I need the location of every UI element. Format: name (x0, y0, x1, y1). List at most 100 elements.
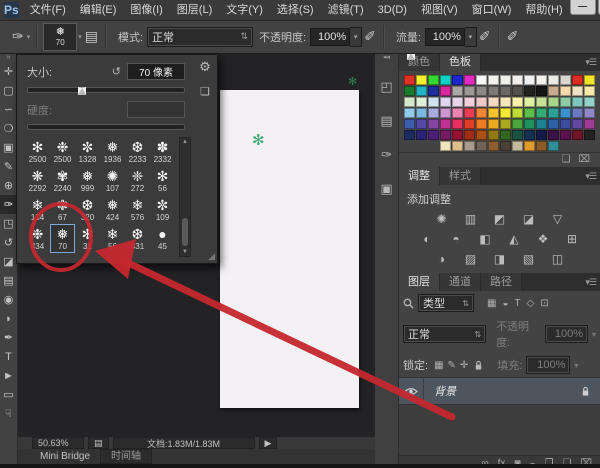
color-swatch[interactable] (572, 97, 583, 107)
eyedropper-tool[interactable]: ✎ (0, 157, 17, 176)
photo-filter-icon[interactable]: ◭ (505, 232, 523, 246)
brush-preset-45[interactable]: ●45 (150, 224, 175, 253)
toggle-brush-panel-icon[interactable]: ▤ (83, 28, 100, 45)
posterize-icon[interactable]: ▨ (462, 252, 480, 266)
bottom-tab-2[interactable]: 时间轴 (100, 449, 152, 464)
rectangle-tool[interactable]: ▭ (0, 385, 17, 404)
brush-preset-31[interactable]: ✻31 (75, 224, 100, 253)
color-swatch[interactable] (560, 86, 571, 96)
tab-adjustments-1[interactable]: 调整 (399, 167, 440, 185)
blend-mode-select[interactable]: 正常 ⇅ (147, 27, 253, 47)
color-swatch[interactable] (428, 86, 439, 96)
color-swatch[interactable] (536, 75, 547, 85)
color-swatch[interactable] (536, 130, 547, 140)
healing-brush-tool[interactable]: ⊕ (0, 176, 17, 195)
color-swatch[interactable] (500, 141, 511, 151)
clone-source-panel-icon[interactable]: ▣ (377, 179, 397, 199)
color-swatch[interactable] (416, 86, 427, 96)
color-swatch[interactable] (464, 130, 475, 140)
filter-adjustment-layers-icon[interactable]: ◒ (499, 298, 511, 309)
color-swatch[interactable] (548, 130, 559, 140)
color-swatch[interactable] (524, 97, 535, 107)
history-panel-icon[interactable]: ◰ (377, 77, 397, 97)
brush-tool[interactable]: ✑ (0, 195, 17, 214)
color-swatch[interactable] (404, 108, 415, 118)
filter-kind-select[interactable]: 类型 ⇅ (418, 294, 474, 312)
color-swatch[interactable] (500, 119, 511, 129)
menu-item-6[interactable]: 选择(S) (270, 0, 321, 20)
lock-transparency-icon[interactable]: ▦ (432, 360, 445, 371)
color-swatch[interactable] (440, 86, 451, 96)
tab-colors-1[interactable]: 颜色 (399, 53, 440, 71)
color-swatch[interactable] (488, 141, 499, 151)
color-swatch[interactable] (536, 97, 547, 107)
color-swatch[interactable] (464, 141, 475, 151)
color-swatch[interactable] (512, 75, 523, 85)
layer-name[interactable]: 背景 (434, 383, 456, 399)
color-swatch[interactable] (464, 86, 475, 96)
color-swatch[interactable] (512, 119, 523, 129)
pen-tool[interactable]: ✒ (0, 328, 17, 347)
tab-layers-2[interactable]: 通道 (440, 273, 481, 291)
tab-layers-1[interactable]: 图层 (399, 273, 440, 291)
filter-pixel-layers-icon[interactable]: ▦ (484, 298, 499, 309)
brightness-contrast-icon[interactable]: ✺ (433, 212, 451, 226)
path-selection-tool[interactable]: ► (0, 366, 17, 385)
color-swatch[interactable] (404, 86, 415, 96)
color-swatch[interactable] (572, 130, 583, 140)
color-swatch[interactable] (584, 86, 595, 96)
color-swatch[interactable] (464, 75, 475, 85)
brush-preset-2332[interactable]: ✽2332 (150, 137, 175, 166)
color-swatch[interactable] (476, 130, 487, 140)
color-balance-icon[interactable]: ◓ (447, 232, 465, 246)
brush-preset-67[interactable]: ❃67 (50, 195, 75, 224)
color-swatch[interactable] (452, 130, 463, 140)
color-swatch[interactable] (452, 75, 463, 85)
color-swatch[interactable] (548, 75, 559, 85)
brush-preset-424[interactable]: ❅424 (100, 195, 125, 224)
color-swatch[interactable] (560, 97, 571, 107)
resize-grip-icon[interactable]: ◢ (208, 251, 215, 262)
color-swatch[interactable] (452, 141, 463, 151)
menu-item-7[interactable]: 滤镜(T) (321, 0, 371, 20)
color-swatch[interactable] (584, 130, 595, 140)
layer-blend-select[interactable]: 正常 ⇅ (403, 325, 486, 343)
crop-tool[interactable]: ▣ (0, 138, 17, 157)
color-swatch[interactable] (500, 97, 511, 107)
color-swatch[interactable] (548, 86, 559, 96)
brush-preset-134[interactable]: ❄134 (25, 195, 50, 224)
invert-icon[interactable]: ◑ (433, 252, 451, 266)
navigator-panel-icon[interactable]: ▤ (377, 111, 397, 131)
quick-selection-tool[interactable]: ❍ (0, 119, 17, 138)
selective-color-icon[interactable]: ◫ (549, 252, 567, 266)
color-swatch[interactable] (560, 130, 571, 140)
color-swatch[interactable] (476, 141, 487, 151)
color-swatch[interactable] (404, 75, 415, 85)
menu-item-5[interactable]: 文字(Y) (219, 0, 270, 20)
brush-size-input[interactable]: 70 像素 (127, 63, 185, 80)
color-swatch[interactable] (524, 75, 535, 85)
color-swatch[interactable] (404, 97, 415, 107)
lock-all-icon[interactable] (474, 360, 483, 371)
color-swatch[interactable] (548, 108, 559, 118)
brush-preset-434[interactable]: ❉434 (25, 224, 50, 253)
dodge-tool[interactable]: ◗ (0, 309, 17, 328)
color-swatch[interactable] (500, 130, 511, 140)
vibrance-icon[interactable]: ▽ (549, 212, 567, 226)
color-swatch[interactable] (464, 119, 475, 129)
color-swatch[interactable] (584, 75, 595, 85)
eraser-tool[interactable]: ◪ (0, 252, 17, 271)
flow-dropdown-icon[interactable]: ▾ (465, 27, 477, 47)
status-flyout-icon[interactable]: ▶ (259, 437, 278, 449)
lasso-tool[interactable]: ∽ (0, 100, 17, 119)
color-swatch[interactable] (500, 75, 511, 85)
page-icon[interactable]: ▤ (88, 437, 109, 449)
gradient-map-icon[interactable]: ▧ (520, 252, 538, 266)
color-swatch[interactable] (548, 119, 559, 129)
brush-preset-109[interactable]: ✼109 (150, 195, 175, 224)
menu-item-10[interactable]: 窗口(W) (465, 0, 519, 20)
color-swatch[interactable] (536, 119, 547, 129)
create-new-brush-icon[interactable]: ❏ (200, 85, 210, 98)
color-swatch[interactable] (512, 86, 523, 96)
color-swatch[interactable] (476, 97, 487, 107)
